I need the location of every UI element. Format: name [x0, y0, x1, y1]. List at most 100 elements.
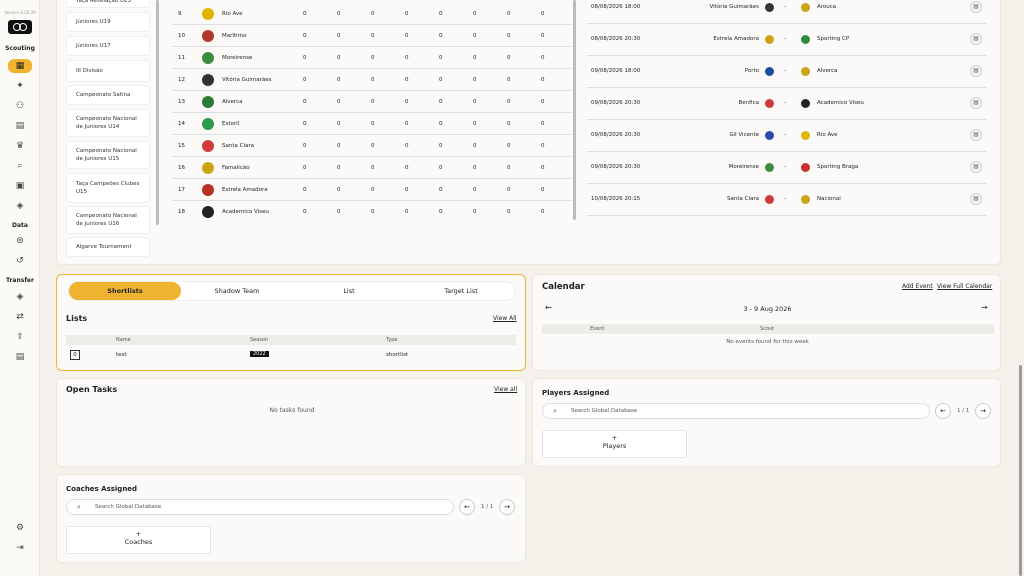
table-row[interactable]: 16 Famalicão 0 0 0 0 0 0 0 0 — [172, 157, 571, 179]
club-crest-icon — [202, 8, 214, 20]
match-report-icon[interactable]: ▤ — [970, 65, 982, 77]
coaches-page-indicator: 1 / 1 — [481, 504, 494, 510]
coaches-next-page-icon[interactable]: → — [499, 499, 515, 515]
fixture-row[interactable]: 09/08/2026 20:30 Gil Vicente - Rio Ave ▤ — [587, 120, 986, 152]
tasks-view-all-link[interactable]: View all — [494, 386, 517, 393]
club-crest-icon — [202, 74, 214, 86]
players-search-input[interactable]: ⌕ Search Global Database — [542, 403, 930, 419]
match-report-icon[interactable]: ▤ — [970, 33, 982, 45]
fixture-row[interactable]: 08/08/2026 18:00 Vitória Guimarães - Aro… — [587, 0, 986, 24]
home-crest-icon — [765, 67, 774, 76]
home-crest-icon — [765, 163, 774, 172]
club-crest-icon — [202, 140, 214, 152]
coaches-prev-page-icon[interactable]: ← — [459, 499, 475, 515]
competition-item[interactable]: Taça Campeões Clubes U15 — [66, 173, 150, 203]
add-coaches-button[interactable]: + Coaches — [66, 526, 211, 554]
add-event-link[interactable]: Add Event — [902, 283, 933, 290]
table-row[interactable]: 17 Estrela Amadora 0 0 0 0 0 0 0 0 — [172, 179, 571, 201]
standings-scrollbar[interactable] — [573, 0, 576, 220]
away-crest-icon — [801, 67, 810, 76]
coaches-search-input[interactable]: ⌕ Search Global Database — [66, 499, 454, 515]
trophy-icon[interactable]: ♛ — [12, 139, 28, 153]
coaches-assigned-card: Coaches Assigned ⌕ Search Global Databas… — [56, 474, 526, 563]
fixture-row[interactable]: 09/08/2026 20:30 Benfica - Academico Vis… — [587, 88, 986, 120]
add-coaches-label: Coaches — [124, 538, 153, 546]
match-report-icon[interactable]: ▤ — [970, 97, 982, 109]
table-row[interactable]: 18 Academico Viseu 0 0 0 0 0 0 0 0 — [172, 201, 571, 223]
player-icon[interactable]: ✦ — [12, 79, 28, 93]
fixture-row[interactable]: 10/08/2026 20:15 Santa Clara - Nacional … — [587, 184, 986, 216]
upload-icon[interactable]: ⇪ — [12, 330, 28, 344]
tab-list[interactable]: List — [293, 282, 405, 300]
dashboard-icon[interactable]: ▦ — [8, 59, 32, 73]
competition-item[interactable]: Taça Revelação U23 — [66, 0, 150, 8]
table-row[interactable]: 14 Estoril 0 0 0 0 0 0 0 0 — [172, 113, 571, 135]
players-page-indicator: 1 / 1 — [957, 408, 970, 414]
shortlists-tabs: Shortlists Shadow Team List Target List — [68, 281, 516, 301]
players-assigned-card: Players Assigned ⌕ Search Global Databas… — [532, 378, 1001, 467]
players-assigned-title: Players Assigned — [542, 389, 610, 397]
search-icon[interactable]: ⌕ — [12, 159, 28, 173]
match-report-icon[interactable]: ▤ — [970, 1, 982, 13]
away-crest-icon — [801, 35, 810, 44]
logout-icon[interactable]: ⇥ — [12, 541, 28, 555]
lists-view-all-link[interactable]: View All — [493, 315, 517, 322]
competition-item[interactable]: Campeonato Nacional de Juniores U14 — [66, 109, 150, 137]
shortlists-card: Shortlists Shadow Team List Target List … — [56, 274, 526, 371]
players-prev-page-icon[interactable]: ← — [935, 403, 951, 419]
away-crest-icon — [801, 99, 810, 108]
competition-item[interactable]: III Divisão — [66, 60, 150, 82]
settings-sliders-icon[interactable]: ⚙ — [12, 521, 28, 535]
fixture-row[interactable]: 08/08/2026 20:30 Estrela Amadora - Sport… — [587, 24, 986, 56]
competition-item[interactable]: Júniores U17 — [66, 36, 150, 56]
app-version: Version 6.50.39 — [4, 10, 36, 15]
notes-icon[interactable]: ▤ — [12, 350, 28, 364]
sidebar-section-transfer: Transfer — [6, 277, 34, 284]
fixture-row[interactable]: 09/08/2026 18:00 Porto - Alverca ▤ — [587, 56, 986, 88]
home-crest-icon — [765, 3, 774, 12]
calendar-icon[interactable]: ▣ — [12, 179, 28, 193]
open-tasks-title: Open Tasks — [66, 385, 118, 394]
competition-item[interactable]: Júniores U19 — [66, 12, 150, 32]
page-scrollbar[interactable] — [1019, 365, 1022, 576]
table-row[interactable]: 15 Santa Clara 0 0 0 0 0 0 0 0 — [172, 135, 571, 157]
competition-item[interactable]: Campeonato Nacional de Juniores U16 — [66, 206, 150, 234]
next-week-icon[interactable]: → — [981, 303, 988, 312]
match-report-icon[interactable]: ▤ — [970, 193, 982, 205]
list-index[interactable]: 0 — [70, 350, 80, 360]
tab-shadow-team[interactable]: Shadow Team — [181, 282, 293, 300]
club-crest-icon — [202, 162, 214, 174]
competition-scrollbar[interactable] — [156, 0, 159, 225]
shield-icon[interactable]: ◈ — [12, 199, 28, 213]
away-crest-icon — [801, 195, 810, 204]
view-full-calendar-link[interactable]: View Full Calendar — [937, 283, 992, 290]
database-icon[interactable]: ⊜ — [12, 234, 28, 248]
fixture-row[interactable]: 09/08/2026 20:30 Moreirense - Sporting B… — [587, 152, 986, 184]
club-crest-icon — [202, 96, 214, 108]
lists-table-header: Name Season Type — [66, 335, 516, 345]
add-players-button[interactable]: + Players — [542, 430, 687, 458]
competition-item[interactable]: Campeonato Satina — [66, 85, 150, 105]
list-type: shortlist — [386, 352, 409, 358]
app-logo[interactable] — [8, 20, 32, 34]
exchange-icon[interactable]: ⇄ — [12, 310, 28, 324]
table-row[interactable]: 11 Moreirense 0 0 0 0 0 0 0 0 — [172, 47, 571, 69]
history-icon[interactable]: ↺ — [12, 254, 28, 268]
table-row[interactable]: 13 Alverca 0 0 0 0 0 0 0 0 — [172, 91, 571, 113]
transfer-shield-icon[interactable]: ◈ — [12, 290, 28, 304]
report-icon[interactable]: ▤ — [12, 119, 28, 133]
match-report-icon[interactable]: ▤ — [970, 129, 982, 141]
players-next-page-icon[interactable]: → — [975, 403, 991, 419]
away-crest-icon — [801, 3, 810, 12]
competition-item[interactable]: Algarve Tournament — [66, 237, 150, 257]
table-row[interactable]: 0 test 2022 shortlist — [66, 349, 516, 363]
table-row[interactable]: 12 Vitória Guimarães 0 0 0 0 0 0 0 0 — [172, 69, 571, 91]
table-row[interactable]: 9 Rio Ave 0 0 0 0 0 0 0 0 — [172, 3, 571, 25]
match-report-icon[interactable]: ▤ — [970, 161, 982, 173]
tab-shortlists[interactable]: Shortlists — [69, 282, 181, 300]
competition-item[interactable]: Campeonato Nacional de Juniores U15 — [66, 141, 150, 169]
users-icon[interactable]: ⚇ — [12, 99, 28, 113]
tab-target-list[interactable]: Target List — [405, 282, 517, 300]
calendar-title: Calendar — [542, 282, 585, 292]
table-row[interactable]: 10 Marítimo 0 0 0 0 0 0 0 0 — [172, 25, 571, 47]
